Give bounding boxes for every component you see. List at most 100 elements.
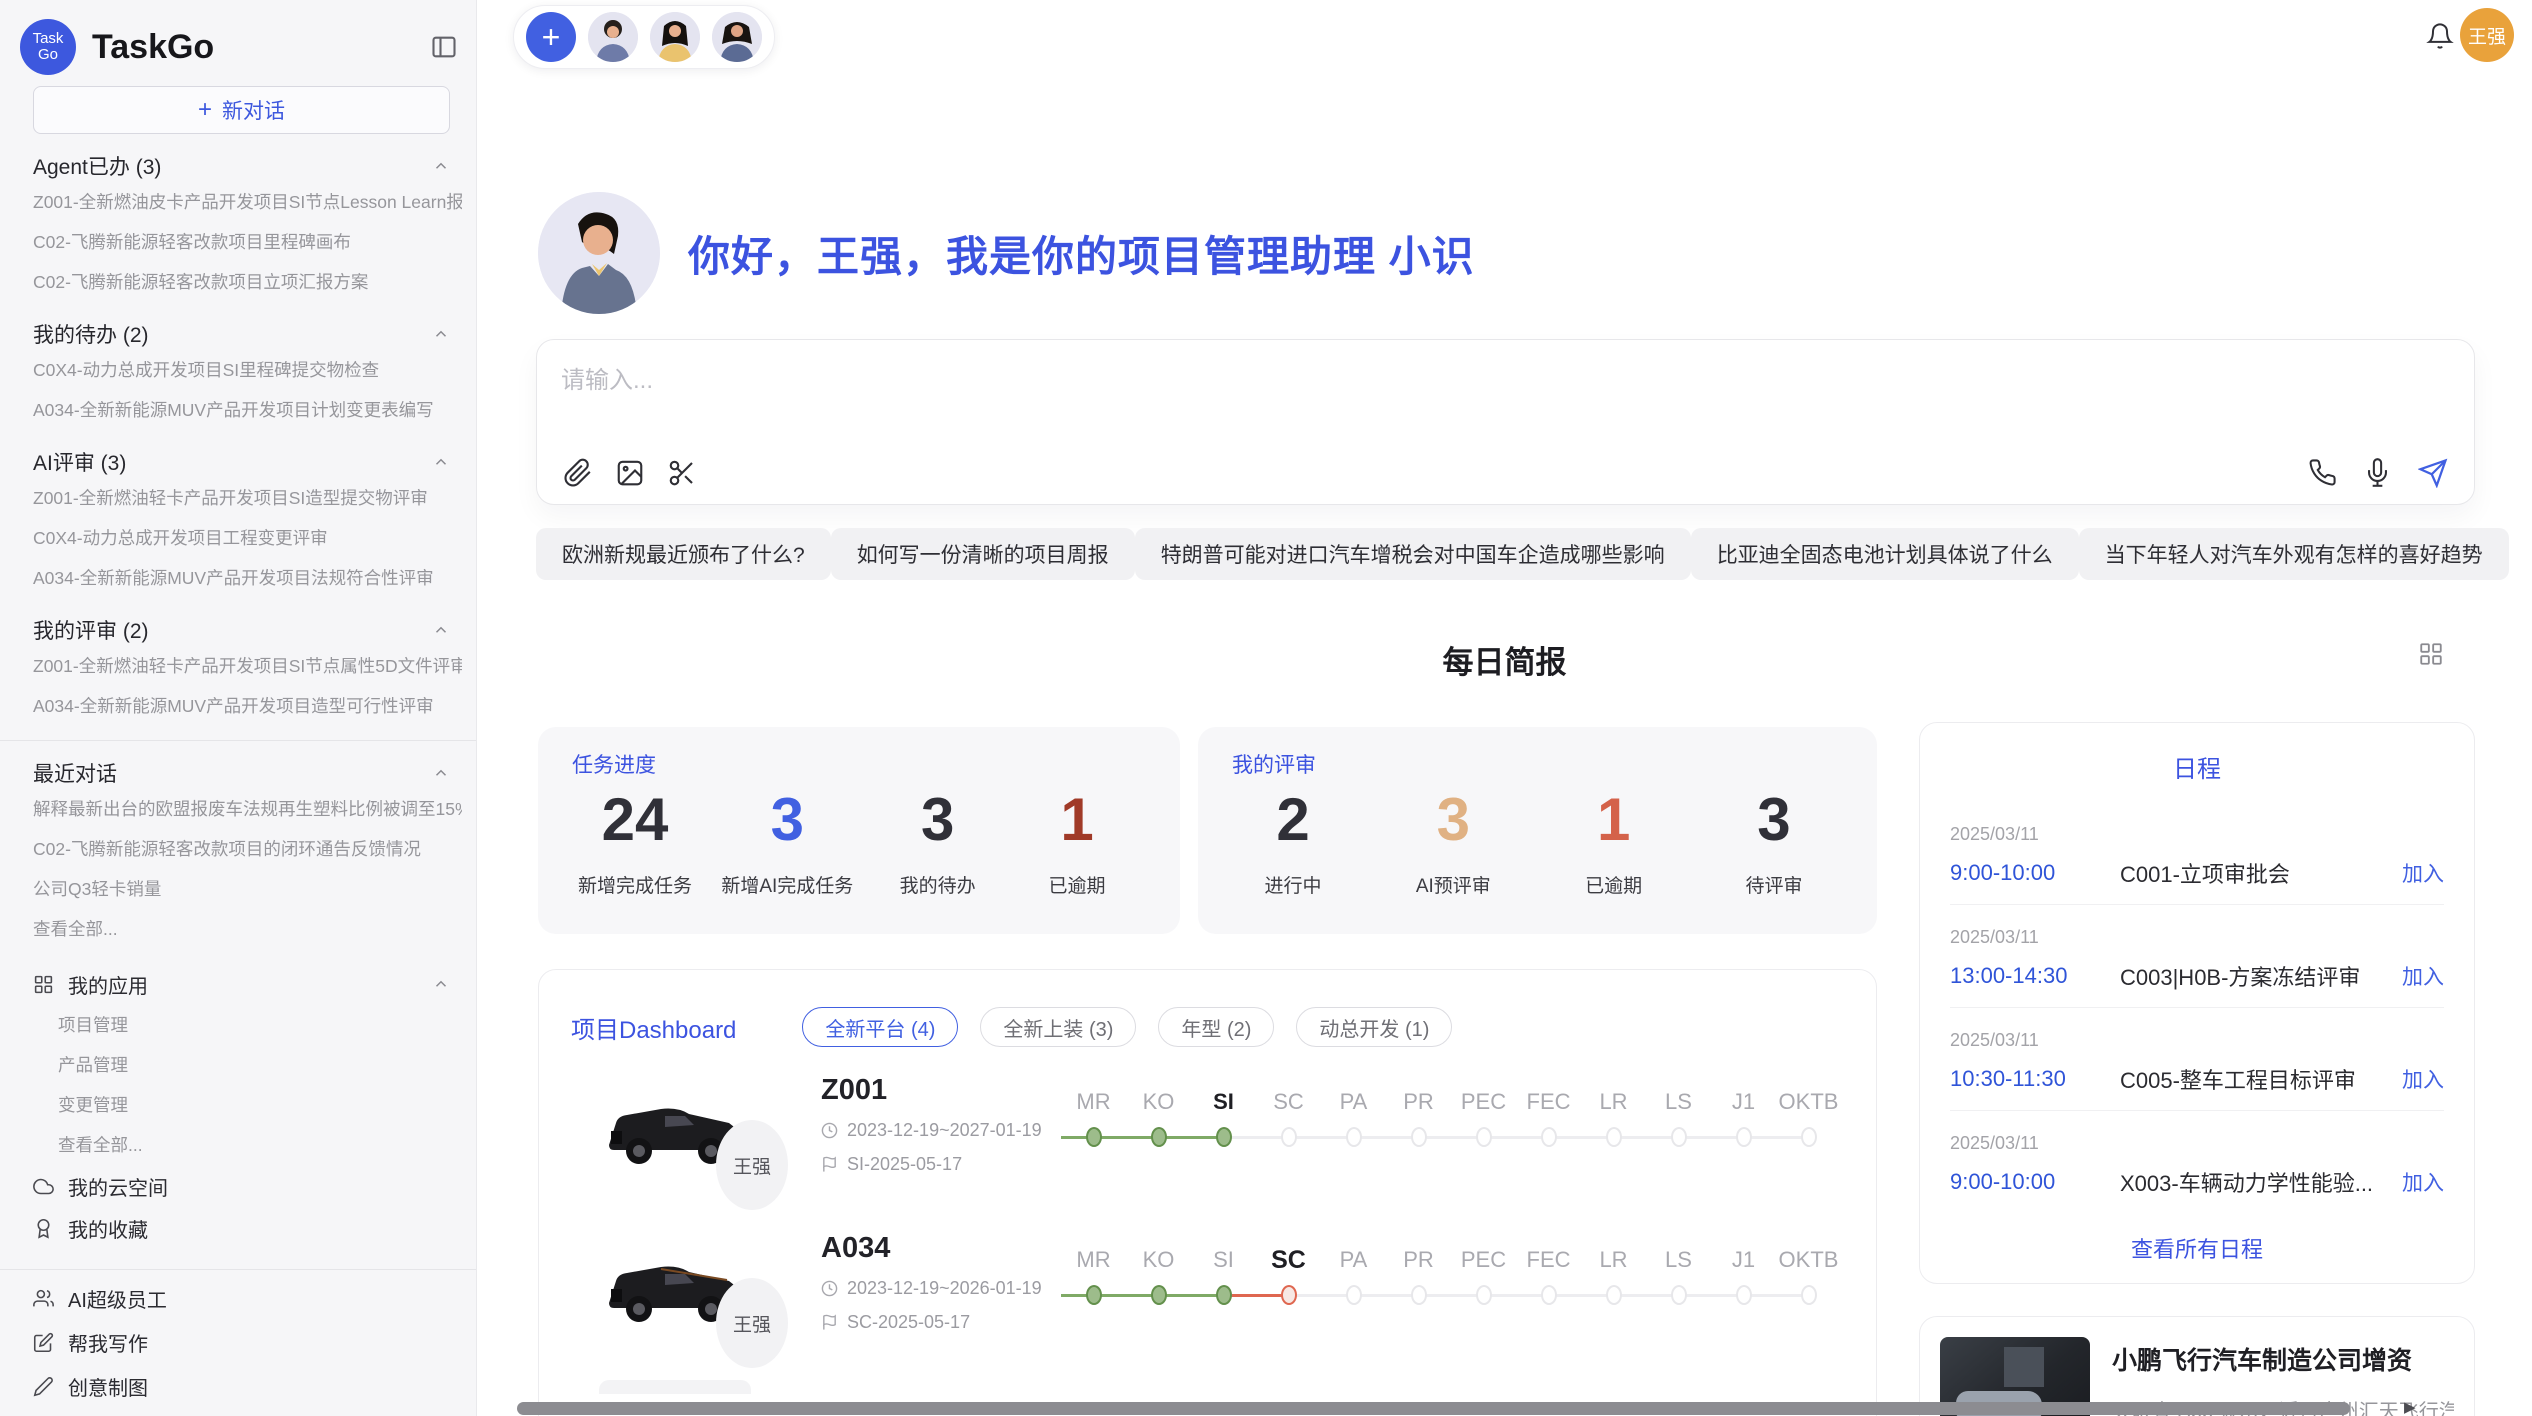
stat: 3 待评审: [1719, 783, 1829, 898]
milestone-dot: [1346, 1127, 1362, 1147]
suggestion-chip[interactable]: 特朗普可能对进口汽车增税会对中国车企造成哪些影响: [1135, 528, 1691, 580]
sidebar-task-item[interactable]: A034-全新新能源MUV产品开发项目造型可行性评审: [33, 686, 462, 726]
sidebar-item-creative-draw[interactable]: 创意制图: [33, 1364, 462, 1408]
card-title: 我的评审: [1232, 749, 1877, 779]
stat-label: 待评审: [1719, 871, 1829, 898]
chat-input[interactable]: [561, 360, 2450, 440]
agent-avatar-2[interactable]: [650, 12, 700, 62]
recent-chat-item[interactable]: 公司Q3轻卡销量: [33, 869, 462, 909]
scrollbar-right-arrow[interactable]: ▶: [2404, 1398, 2416, 1416]
phone-icon[interactable]: [2308, 458, 2337, 488]
milestone-label: FEC: [1516, 1086, 1581, 1118]
entry-name: C001-立项审批会: [2120, 857, 2402, 889]
section-recent-chats[interactable]: 最近对话: [33, 757, 462, 789]
join-link[interactable]: 加入: [2402, 961, 2444, 991]
app-item[interactable]: 查看全部...: [33, 1125, 462, 1165]
project-info: Z001 2023-12-19~2027-01-19 SI-2025-05-17: [821, 1074, 1042, 1175]
stat-value: 3: [883, 783, 993, 857]
sidebar-task-item[interactable]: A034-全新新能源MUV产品开发项目计划变更表编写: [33, 390, 462, 430]
section-title: 我的评审 (2): [33, 615, 149, 645]
tab-powertrain[interactable]: 动总开发 (1): [1296, 1007, 1452, 1047]
section-ai-review[interactable]: AI评审 (3): [33, 446, 462, 478]
clock-icon: [821, 1122, 838, 1139]
horizontal-scrollbar-thumb[interactable]: [517, 1402, 2350, 1415]
project-row[interactable]: 王强 A034 2023-12-19~2026-01-19 SC-2025-05…: [539, 1216, 1876, 1374]
my-apps-label: 我的应用: [68, 970, 418, 999]
join-link[interactable]: 加入: [2402, 1064, 2444, 1094]
sidebar-item-ai-employee[interactable]: AI超级员工: [33, 1276, 462, 1320]
sidebar-task-item[interactable]: C02-飞腾新能源轻客改款项目立项汇报方案: [33, 262, 462, 302]
entry-date: 2025/03/11: [1950, 1133, 2444, 1154]
sidebar-task-item[interactable]: Z001-全新燃油轻卡产品开发项目SI造型提交物评审: [33, 478, 462, 518]
attachment-icon[interactable]: [563, 458, 593, 488]
pen-icon: [33, 1376, 54, 1397]
chevron-up-icon[interactable]: [432, 325, 450, 343]
project-info: A034 2023-12-19~2026-01-19 SC-2025-05-17: [821, 1232, 1042, 1333]
sidebar-task-item[interactable]: Z001-全新燃油轻卡产品开发项目SI节点属性5D文件评审: [33, 646, 462, 686]
milestone-dot: [1411, 1285, 1427, 1305]
agent-avatar-3[interactable]: [712, 12, 762, 62]
sidebar-task-item[interactable]: A034-全新新能源MUV产品开发项目法规符合性评审: [33, 558, 462, 598]
join-link[interactable]: 加入: [2402, 1167, 2444, 1197]
scissors-icon[interactable]: [667, 458, 697, 488]
send-icon[interactable]: [2418, 458, 2448, 488]
chevron-up-icon[interactable]: [432, 621, 450, 639]
sidebar-task-item[interactable]: C02-飞腾新能源轻客改款项目里程碑画布: [33, 222, 462, 262]
news-card[interactable]: 小鹏飞行汽车制造公司增资 天眼查 App 显示，近日广州汇天飞行汽...: [1919, 1316, 2475, 1416]
sidebar-item-my-apps[interactable]: 我的应用: [33, 963, 462, 1005]
app-item[interactable]: 变更管理: [33, 1085, 462, 1125]
recent-chat-item[interactable]: C02-飞腾新能源轻客改款项目的闭环通告反馈情况: [33, 829, 462, 869]
join-link[interactable]: 加入: [2402, 858, 2444, 888]
suggestion-chip[interactable]: 欧洲新规最近颁布了什么?: [536, 528, 831, 580]
recent-chat-item[interactable]: 解释最新出台的欧盟报废车法规再生塑料比例被调至15%...: [33, 789, 462, 829]
chevron-up-icon[interactable]: [432, 764, 450, 782]
stat: 2 进行中: [1238, 783, 1348, 898]
section-my-review[interactable]: 我的评审 (2): [33, 614, 462, 646]
section-agent-done[interactable]: Agent已办 (3): [33, 150, 462, 182]
milestone-label: PEC: [1451, 1244, 1516, 1276]
view-all-schedule-link[interactable]: 查看所有日程: [1920, 1232, 2474, 1264]
sidebar-task-item[interactable]: C0X4-动力总成开发项目SI里程碑提交物检查: [33, 350, 462, 390]
sidebar-item-write-helper[interactable]: 帮我写作: [33, 1320, 462, 1364]
new-chat-button[interactable]: + 新对话: [33, 86, 450, 134]
suggestion-chip[interactable]: 当下年轻人对汽车外观有怎样的喜好趋势: [2079, 528, 2509, 580]
user-avatar[interactable]: 王强: [2460, 8, 2514, 62]
chevron-up-icon[interactable]: [432, 157, 450, 175]
section-title: AI评审 (3): [33, 447, 126, 477]
milestone-label: PR: [1386, 1086, 1451, 1118]
sidebar-item-favorites[interactable]: 我的收藏: [33, 1207, 462, 1249]
sidebar-item-cloud-space[interactable]: 我的云空间: [33, 1165, 462, 1207]
entry-time: 13:00-14:30: [1950, 963, 2120, 989]
sidebar-task-item[interactable]: C0X4-动力总成开发项目工程变更评审: [33, 518, 462, 558]
section-my-todo[interactable]: 我的待办 (2): [33, 318, 462, 350]
tab-year-model[interactable]: 年型 (2): [1158, 1007, 1274, 1047]
add-agent-button[interactable]: +: [526, 12, 576, 62]
sidebar-task-item[interactable]: Z001-全新燃油皮卡产品开发项目SI节点Lesson Learn报告: [33, 182, 462, 222]
chevron-up-icon[interactable]: [432, 975, 450, 993]
flag-icon: [821, 1314, 838, 1331]
stat: 1 已逾期: [1559, 783, 1669, 898]
project-row[interactable]: 王强 Z001 2023-12-19~2027-01-19 SI-2025-05…: [539, 1058, 1876, 1216]
collapse-sidebar-icon[interactable]: [430, 33, 458, 61]
stat-label: AI预评审: [1398, 871, 1508, 898]
entry-date: 2025/03/11: [1950, 927, 2444, 948]
app-item[interactable]: 产品管理: [33, 1045, 462, 1085]
agent-avatar-1[interactable]: [588, 12, 638, 62]
favorites-label: 我的收藏: [68, 1214, 148, 1243]
chevron-up-icon[interactable]: [432, 453, 450, 471]
microphone-icon[interactable]: [2363, 458, 2392, 488]
award-icon: [33, 1218, 54, 1239]
notifications-bell-icon[interactable]: [2426, 22, 2454, 50]
image-icon[interactable]: [615, 458, 645, 488]
tab-new-body[interactable]: 全新上装 (3): [980, 1007, 1136, 1047]
tab-new-platform[interactable]: 全新平台 (4): [802, 1007, 958, 1047]
milestone-label: KO: [1126, 1244, 1191, 1276]
suggestion-chip[interactable]: 如何写一份清晰的项目周报: [831, 528, 1135, 580]
milestone-dot: [1151, 1127, 1167, 1147]
recent-chat-item[interactable]: 查看全部...: [33, 909, 462, 949]
sidebar-header: Task Go TaskGo: [0, 0, 476, 80]
layout-grid-icon[interactable]: [2418, 641, 2444, 667]
suggestion-chip[interactable]: 比亚迪全固态电池计划具体说了什么: [1691, 528, 2079, 580]
app-item[interactable]: 项目管理: [33, 1005, 462, 1045]
schedule-entry: 2025/03/11 13:00-14:30 C003|H0B-方案冻结评审 加…: [1950, 905, 2444, 1008]
